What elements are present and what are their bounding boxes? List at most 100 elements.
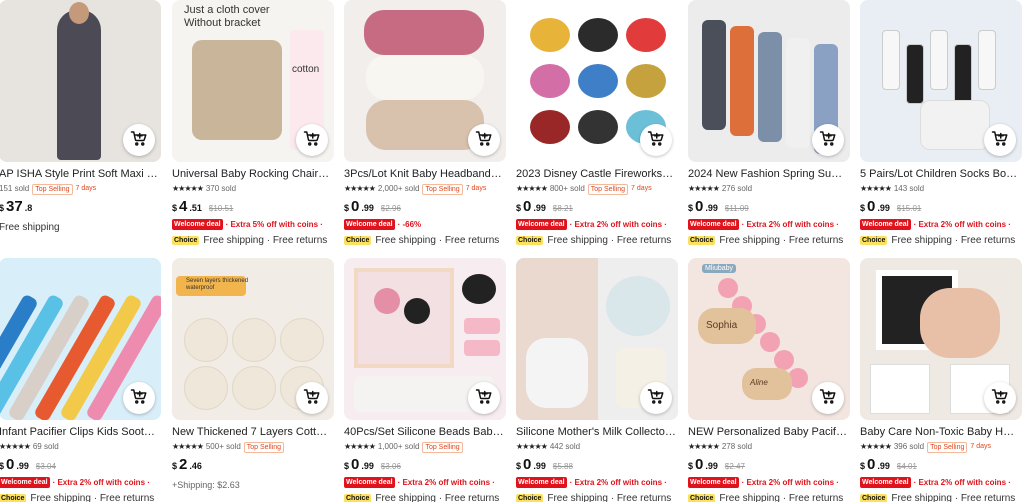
product-card[interactable]: 40Pcs/Set Silicone Beads Baby Teethi... ★…: [344, 258, 506, 502]
price-currency: $: [688, 461, 694, 471]
product-meta: ★★★★★ 396 sold Top Selling 7 days: [860, 441, 1022, 453]
add-to-cart-button[interactable]: [984, 124, 1016, 156]
product-card[interactable]: 3Pcs/Lot Knit Baby Headband Bow N... ★★★★…: [344, 0, 506, 246]
product-title[interactable]: New Thickened 7 Layers Cotton Wate...: [172, 425, 332, 439]
add-to-cart-button[interactable]: [296, 124, 328, 156]
original-price: $2.96: [380, 204, 401, 213]
welcome-deal-badge: Welcome deal: [688, 476, 739, 488]
product-title[interactable]: 2023 Disney Castle Fireworks Mickey ...: [516, 167, 676, 181]
product-image[interactable]: [344, 0, 506, 162]
image-side-text: cotton: [292, 64, 320, 75]
price-currency: $: [688, 203, 694, 213]
product-art: [192, 40, 282, 140]
product-card[interactable]: Just a cloth cover Without bracket cotton…: [172, 0, 334, 246]
add-to-cart-button[interactable]: [468, 124, 500, 156]
price-currency: $: [344, 203, 350, 213]
image-overlay-text: Just a cloth cover Without bracket: [184, 4, 270, 30]
product-art: [354, 268, 454, 368]
image-overlay-text: Seven layers thickened waterproof: [186, 278, 249, 292]
product-card[interactable]: AP ISHA Style Print Soft Maxi Dress wi..…: [0, 0, 161, 233]
price: $0.99 $2.96: [344, 198, 506, 216]
welcome-deal-badge: Welcome deal: [344, 476, 395, 488]
shipping-row: Choice Free shipping · Free returns: [172, 235, 334, 246]
welcome-deal-badge: Welcome deal: [860, 476, 911, 488]
delivery-days: 7 days: [631, 185, 652, 192]
original-price: $15.01: [896, 204, 922, 213]
product-image[interactable]: [516, 0, 678, 162]
choice-badge: Choice: [172, 236, 200, 245]
product-image[interactable]: [0, 258, 161, 420]
product-image[interactable]: [344, 258, 506, 420]
promo-text: · Extra 2% off with coins ·: [741, 477, 839, 487]
add-to-cart-button[interactable]: [640, 382, 672, 414]
promo-text: · Extra 2% off with coins ·: [569, 219, 667, 229]
product-title[interactable]: NEW Personalized Baby Pacifier Clip ...: [688, 425, 848, 439]
promo-text: · Extra 2% off with coins ·: [913, 219, 1011, 229]
product-title[interactable]: 5 Pairs/Lot Children Socks Boy Girl Ba..…: [860, 167, 1020, 181]
shipping-row: Choice Free shipping · Free returns: [688, 235, 850, 246]
product-card[interactable]: 2024 New Fashion Spring Summer Ch... ★★★★…: [688, 0, 850, 246]
product-image[interactable]: [688, 0, 850, 162]
welcome-deal-badge: Welcome deal: [688, 218, 739, 230]
promo-text: · Extra 5% off with coins ·: [225, 219, 323, 229]
sold-count: 1,000+ sold: [377, 442, 420, 451]
product-image[interactable]: [516, 258, 678, 420]
add-to-cart-button[interactable]: [640, 124, 672, 156]
product-image[interactable]: Mliubaby Sophia Aline: [688, 258, 850, 420]
product-card[interactable]: Baby Care Non-Toxic Baby Handprint ... ★★…: [860, 258, 1022, 502]
add-to-cart-button[interactable]: [812, 382, 844, 414]
add-to-cart-button[interactable]: [123, 382, 155, 414]
product-card[interactable]: Silicone Mother's Milk Collector Wear...…: [516, 258, 678, 502]
product-card[interactable]: 5 Pairs/Lot Children Socks Boy Girl Ba..…: [860, 0, 1022, 246]
product-title[interactable]: 3Pcs/Lot Knit Baby Headband Bow N...: [344, 167, 504, 181]
add-to-cart-button[interactable]: [984, 382, 1016, 414]
sold-count: 278 sold: [721, 442, 753, 451]
product-card[interactable]: Infant Pacifier Clips Kids Soother Anti-…: [0, 258, 161, 502]
price: $0.99 $2.47: [688, 456, 850, 474]
product-title[interactable]: 40Pcs/Set Silicone Beads Baby Teethi...: [344, 425, 504, 439]
original-price: $4.01: [896, 462, 917, 471]
add-to-cart-icon: [819, 387, 837, 410]
product-image[interactable]: Seven layers thickened waterproof: [172, 258, 334, 420]
add-to-cart-icon: [130, 129, 148, 152]
product-card[interactable]: 2023 Disney Castle Fireworks Mickey ... ★…: [516, 0, 678, 246]
add-to-cart-button[interactable]: [296, 382, 328, 414]
add-to-cart-button[interactable]: [468, 382, 500, 414]
product-image[interactable]: [860, 258, 1022, 420]
shipping-text: Free shipping · Free returns: [891, 235, 1016, 246]
product-image[interactable]: Just a cloth cover Without bracket cotton: [172, 0, 334, 162]
price-decimal: .99: [533, 203, 546, 213]
product-title[interactable]: 2024 New Fashion Spring Summer Ch...: [688, 167, 848, 181]
product-image[interactable]: [0, 0, 161, 162]
price-integer: 0: [523, 456, 532, 473]
sold-count: 370 sold: [205, 184, 237, 193]
product-meta: ★★★★★ 500+ sold Top Selling: [172, 441, 334, 453]
promo-row: Welcome deal · Extra 2% off with coins ·: [0, 476, 161, 488]
product-grid: AP ISHA Style Print Soft Maxi Dress wi..…: [0, 0, 1024, 502]
sold-count: 442 sold: [549, 442, 581, 451]
product-title[interactable]: Silicone Mother's Milk Collector Wear...: [516, 425, 676, 439]
price-integer: 0: [695, 198, 704, 215]
rating-stars: ★★★★★: [688, 184, 720, 193]
product-title[interactable]: Universal Baby Rocking Chair Cloth C...: [172, 167, 332, 181]
choice-badge: Choice: [860, 236, 888, 245]
product-card[interactable]: Seven layers thickened waterproof New Thi…: [172, 258, 334, 490]
product-title[interactable]: Baby Care Non-Toxic Baby Handprint ...: [860, 425, 1020, 439]
product-art: [718, 278, 738, 298]
product-art: [404, 298, 430, 324]
price: $0.99 $3.06: [344, 456, 506, 474]
product-art: [526, 338, 588, 408]
product-art: [920, 288, 1000, 358]
welcome-deal-badge: Welcome deal: [860, 218, 911, 230]
product-title[interactable]: Infant Pacifier Clips Kids Soother Anti-…: [0, 425, 159, 439]
product-card[interactable]: Mliubaby Sophia Aline NEW Personalized Baby…: [688, 258, 850, 502]
product-image[interactable]: [860, 0, 1022, 162]
add-to-cart-button[interactable]: [812, 124, 844, 156]
product-title[interactable]: AP ISHA Style Print Soft Maxi Dress wi..…: [0, 167, 159, 181]
add-to-cart-button[interactable]: [123, 124, 155, 156]
sold-count: 2,000+ sold: [377, 184, 420, 193]
promo-row: Welcome deal · Extra 2% off with coins ·: [860, 476, 1022, 488]
product-meta: ★★★★★ 143 sold: [860, 183, 1022, 195]
welcome-deal-badge: Welcome deal: [516, 476, 567, 488]
product-art: [364, 10, 484, 55]
